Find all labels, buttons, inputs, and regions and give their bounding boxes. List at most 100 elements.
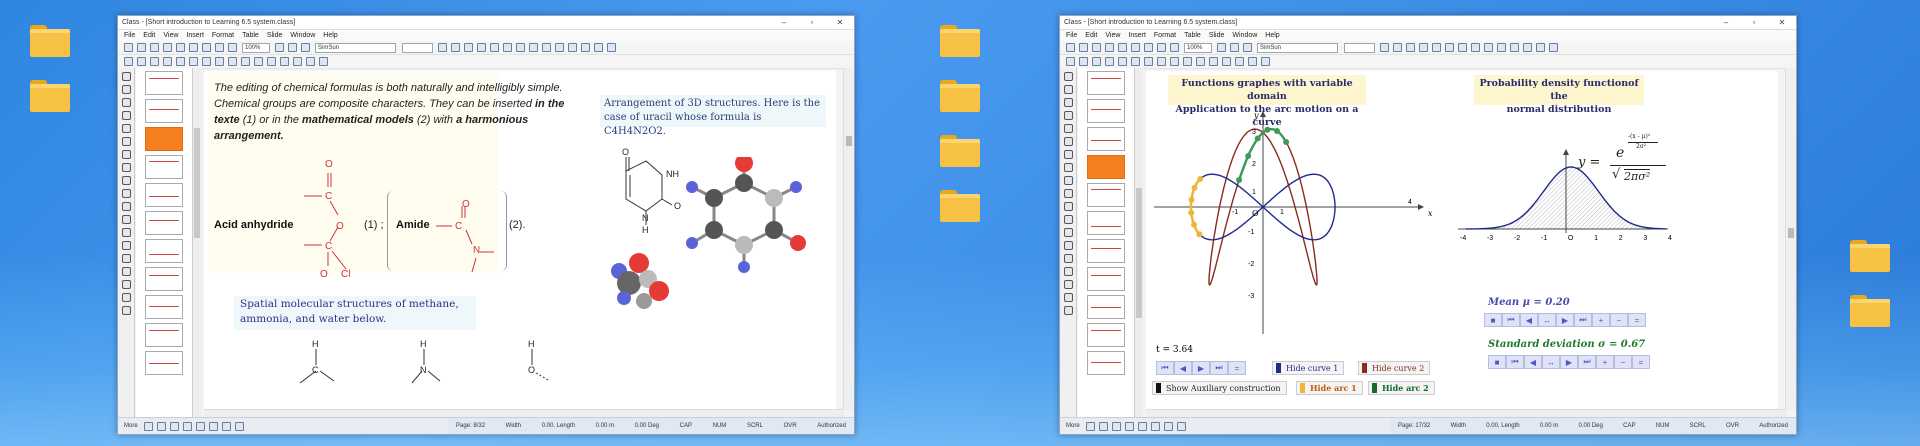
group-icon[interactable] bbox=[1144, 57, 1153, 66]
table-icon[interactable] bbox=[594, 43, 603, 52]
play-icon[interactable]: ▶ bbox=[1560, 355, 1578, 369]
save-icon[interactable] bbox=[150, 43, 159, 52]
slide-thumbnail[interactable] bbox=[1087, 239, 1125, 263]
arrow-icon[interactable] bbox=[121, 124, 131, 133]
font-size-icon[interactable] bbox=[477, 43, 486, 52]
image-icon[interactable] bbox=[1163, 421, 1173, 431]
hide-arc1-button[interactable]: Hide arc 1 bbox=[1296, 381, 1363, 395]
font-select[interactable]: SimSun bbox=[315, 42, 396, 53]
chain-icon[interactable] bbox=[121, 176, 131, 185]
desktop-folder-icon[interactable] bbox=[30, 25, 70, 57]
pen-icon[interactable] bbox=[1063, 85, 1073, 94]
brush-icon[interactable] bbox=[1063, 98, 1073, 107]
redo-icon[interactable] bbox=[228, 43, 237, 52]
menu-insert[interactable]: Insert bbox=[1124, 32, 1150, 39]
indent-icon[interactable] bbox=[1523, 43, 1532, 52]
slide-thumbnail[interactable] bbox=[1087, 267, 1125, 291]
color-icon[interactable] bbox=[1098, 421, 1108, 431]
order-icon[interactable] bbox=[1183, 57, 1192, 66]
new-icon[interactable] bbox=[124, 43, 133, 52]
menu-edit[interactable]: Edit bbox=[139, 32, 159, 39]
list-icon[interactable] bbox=[1510, 43, 1519, 52]
desktop-folder-icon[interactable] bbox=[940, 25, 980, 57]
text-icon[interactable] bbox=[1063, 189, 1073, 198]
formula-icon[interactable] bbox=[293, 57, 302, 66]
first-icon[interactable]: ⏮ bbox=[1502, 313, 1520, 327]
rect-icon[interactable] bbox=[1137, 421, 1147, 431]
maximize-icon[interactable]: ▫ bbox=[1740, 18, 1768, 27]
highlight-icon[interactable] bbox=[1445, 43, 1454, 52]
hexagon-icon[interactable] bbox=[121, 215, 131, 224]
line-icon[interactable] bbox=[1063, 111, 1073, 120]
flip-icon[interactable] bbox=[228, 57, 237, 66]
animation-icon[interactable] bbox=[1261, 57, 1270, 66]
slide-thumbnail[interactable] bbox=[1087, 71, 1125, 95]
slide-thumbnail[interactable] bbox=[145, 71, 183, 95]
sum-icon[interactable] bbox=[1092, 57, 1101, 66]
copy-icon[interactable] bbox=[189, 43, 198, 52]
slide-thumbnail[interactable] bbox=[1087, 211, 1125, 235]
equals-icon[interactable]: = bbox=[1632, 355, 1650, 369]
slide-thumbnail[interactable] bbox=[145, 351, 183, 375]
plus-icon[interactable]: + bbox=[1592, 313, 1610, 327]
scissors-icon[interactable] bbox=[121, 163, 131, 172]
marker-icon[interactable] bbox=[1063, 137, 1073, 146]
text-color-icon[interactable] bbox=[1432, 43, 1441, 52]
align-right-icon[interactable] bbox=[1484, 43, 1493, 52]
pen-icon[interactable] bbox=[1063, 72, 1073, 81]
bold-icon[interactable] bbox=[438, 43, 447, 52]
print-icon[interactable] bbox=[163, 43, 172, 52]
minimize-icon[interactable]: – bbox=[770, 18, 798, 27]
stop-icon[interactable]: ■ bbox=[1484, 313, 1502, 327]
node-icon[interactable] bbox=[1063, 254, 1073, 263]
arrow-icon[interactable] bbox=[1063, 124, 1073, 133]
menu-edit[interactable]: Edit bbox=[1081, 32, 1101, 39]
slide-thumbnail[interactable] bbox=[1087, 127, 1125, 151]
align-right-icon[interactable] bbox=[542, 43, 551, 52]
slide-thumbnail[interactable] bbox=[145, 211, 183, 235]
cut-icon[interactable] bbox=[176, 43, 185, 52]
menu-slide[interactable]: Slide bbox=[263, 32, 287, 39]
slide-thumbnail[interactable] bbox=[1087, 295, 1125, 319]
slide-thumbnail[interactable] bbox=[1087, 351, 1125, 375]
polygon-icon[interactable] bbox=[1063, 280, 1073, 289]
close-icon[interactable]: ✕ bbox=[826, 18, 854, 27]
line-icon[interactable] bbox=[121, 111, 131, 120]
gear-icon[interactable] bbox=[121, 228, 131, 237]
font-size-icon[interactable] bbox=[1419, 43, 1428, 52]
polygon-icon[interactable] bbox=[121, 280, 131, 289]
first-icon[interactable]: ⏮ bbox=[1506, 355, 1524, 369]
undo-icon[interactable] bbox=[1157, 43, 1166, 52]
shape-icon[interactable] bbox=[1118, 57, 1127, 66]
circle-icon[interactable] bbox=[1124, 421, 1134, 431]
open-icon[interactable] bbox=[137, 43, 146, 52]
swap-icon[interactable]: ↔ bbox=[1538, 313, 1556, 327]
font-select[interactable]: SimSun bbox=[1257, 42, 1338, 53]
align-icon[interactable] bbox=[137, 57, 146, 66]
close-icon[interactable]: ✕ bbox=[1768, 18, 1796, 27]
settings-icon[interactable] bbox=[121, 306, 131, 315]
order-icon[interactable] bbox=[241, 57, 250, 66]
rotate-icon[interactable] bbox=[1157, 57, 1166, 66]
play-icon[interactable] bbox=[1230, 43, 1239, 52]
eraser-icon[interactable] bbox=[1063, 150, 1073, 159]
justify-icon[interactable] bbox=[555, 43, 564, 52]
chain-icon[interactable] bbox=[1063, 176, 1073, 185]
hide-curve2-button[interactable]: Hide curve 2 bbox=[1358, 361, 1431, 375]
paste-icon[interactable] bbox=[1144, 43, 1153, 52]
gear-icon[interactable] bbox=[1063, 228, 1073, 237]
settings-icon[interactable] bbox=[1243, 43, 1252, 52]
link-icon[interactable] bbox=[267, 57, 276, 66]
menu-insert[interactable]: Insert bbox=[182, 32, 208, 39]
align-icon[interactable] bbox=[1079, 57, 1088, 66]
slide-thumbnail[interactable] bbox=[1087, 99, 1125, 123]
back-icon[interactable]: ◀ bbox=[1174, 361, 1192, 375]
minus-icon[interactable]: − bbox=[1614, 355, 1632, 369]
menu-file[interactable]: File bbox=[1062, 32, 1081, 39]
link-icon[interactable] bbox=[1209, 57, 1218, 66]
minus-icon[interactable]: − bbox=[1610, 313, 1628, 327]
slide-thumbnail[interactable] bbox=[145, 99, 183, 123]
settings-icon[interactable] bbox=[301, 43, 310, 52]
layer-icon[interactable] bbox=[1131, 57, 1140, 66]
save-icon[interactable] bbox=[1092, 43, 1101, 52]
